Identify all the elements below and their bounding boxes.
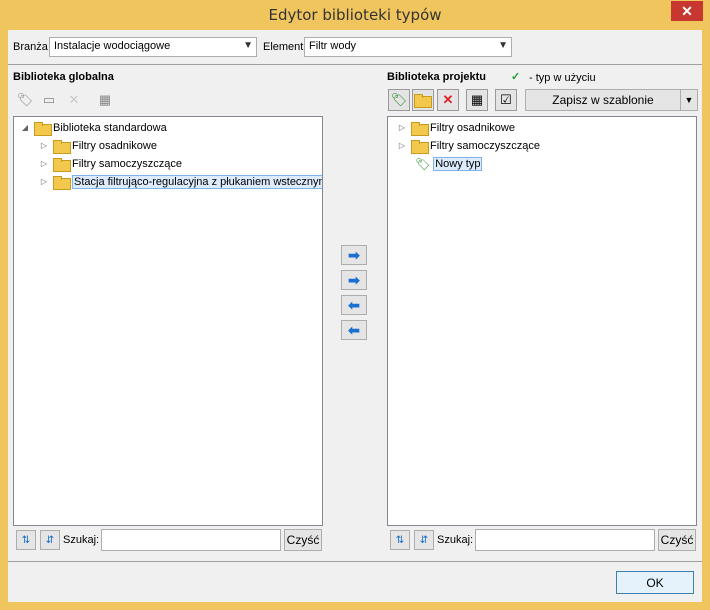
element-value: Filtr wody	[309, 40, 357, 52]
ok-button[interactable]: OK	[616, 571, 694, 594]
properties-icon[interactable]: ▦	[466, 89, 488, 111]
branza-label: Branża	[13, 41, 48, 53]
save-template-button[interactable]: Zapisz w szablonie	[525, 89, 681, 111]
branza-select[interactable]: Instalacje wodociągowe ▼	[49, 37, 257, 57]
close-button[interactable]: ✕	[671, 1, 703, 21]
checklist-icon[interactable]: ☑	[495, 89, 517, 111]
chevron-down-icon[interactable]: ▼	[680, 89, 698, 111]
new-folder-icon[interactable]: ▭	[38, 89, 60, 111]
global-library-tree[interactable]: ◢ Biblioteka standardowa ▷ Filtry osadni…	[13, 116, 323, 526]
tree-node-label: Filtry osadnikowe	[430, 121, 515, 134]
folder-icon	[53, 157, 71, 172]
folder-icon	[411, 139, 429, 154]
dialog-client: Branża Instalacje wodociągowe ▼ Element …	[8, 30, 702, 602]
folder-icon	[411, 121, 429, 136]
tree-node[interactable]: ◢ Biblioteka standardowa	[20, 119, 167, 136]
delete-icon[interactable]: ✕	[437, 89, 459, 111]
dialog-window: Edytor biblioteki typów ✕ Branża Instala…	[0, 0, 710, 610]
tree-node-label: Filtry samoczyszczące	[430, 139, 541, 152]
in-use-legend: - typ w użyciu	[529, 72, 596, 84]
element-label: Element	[263, 41, 304, 53]
project-library-tree[interactable]: ▷ Filtry osadnikowe ▷ Filtry samoczyszcz…	[387, 116, 697, 526]
properties-icon[interactable]: ▦	[94, 89, 116, 111]
divider	[8, 64, 702, 65]
tree-node[interactable]: ▷ Filtry samoczyszczące	[397, 137, 540, 154]
new-type-icon[interactable]: 🏷	[14, 89, 36, 111]
tree-node-label: Stacja filtrująco-regulacyjna z płukanie…	[72, 174, 322, 189]
tree-node[interactable]: ▷ Filtry osadnikowe	[397, 119, 515, 136]
copy-all-left-button[interactable]: ⬅	[341, 320, 367, 340]
expander-icon[interactable]: ▷	[39, 159, 49, 168]
check-icon: ✓	[511, 71, 521, 83]
folder-icon	[413, 94, 432, 108]
tree-node[interactable]: ▷ Filtry samoczyszczące	[39, 155, 182, 172]
folder-open-icon	[34, 121, 52, 136]
chevron-down-icon: ▼	[498, 40, 508, 51]
search-label: Szukaj:	[437, 534, 474, 546]
collapse-all-icon[interactable]: ⇵	[40, 530, 60, 550]
search-label: Szukaj:	[63, 534, 100, 546]
new-type-icon[interactable]: 🏷	[388, 89, 410, 111]
tree-node[interactable]: ▷ Filtry osadnikowe	[39, 137, 157, 154]
folder-icon	[53, 175, 71, 190]
delete-icon[interactable]: ✕	[63, 89, 85, 111]
divider	[8, 561, 702, 562]
global-library-heading: Biblioteka globalna	[13, 71, 114, 83]
clear-button[interactable]: Czyść	[658, 529, 696, 551]
tree-node-label: Filtry osadnikowe	[72, 139, 157, 152]
project-library-heading: Biblioteka projektu	[387, 71, 487, 83]
expander-icon[interactable]: ◢	[20, 123, 30, 132]
copy-all-right-button[interactable]: ➡	[341, 245, 367, 265]
copy-right-button[interactable]: ➡	[341, 270, 367, 290]
branza-value: Instalacje wodociągowe	[54, 40, 171, 52]
element-select[interactable]: Filtr wody ▼	[304, 37, 512, 57]
search-input[interactable]	[475, 529, 655, 551]
title-bar[interactable]: Edytor biblioteki typów ✕	[0, 0, 710, 30]
window-title: Edytor biblioteki typów	[268, 6, 442, 24]
folder-icon	[53, 139, 71, 154]
tag-icon: 🏷	[415, 156, 431, 171]
clear-button[interactable]: Czyść	[284, 529, 322, 551]
tree-node-label: Biblioteka standardowa	[53, 121, 167, 134]
collapse-all-icon[interactable]: ⇵	[414, 530, 434, 550]
copy-left-button[interactable]: ⬅	[341, 295, 367, 315]
new-folder-icon[interactable]	[412, 89, 434, 111]
expand-all-icon[interactable]: ⇅	[16, 530, 36, 550]
expander-icon[interactable]: ▷	[397, 141, 407, 150]
expander-icon[interactable]: ▷	[397, 123, 407, 132]
expander-icon[interactable]: ▷	[39, 141, 49, 150]
chevron-down-icon: ▼	[243, 40, 253, 51]
tree-node[interactable]: 🏷 Nowy typ	[415, 155, 483, 172]
search-input[interactable]	[101, 529, 281, 551]
expander-icon[interactable]: ▷	[39, 177, 49, 186]
tree-node-label: Nowy typ	[433, 156, 483, 171]
expand-all-icon[interactable]: ⇅	[390, 530, 410, 550]
tree-node[interactable]: ▷ Stacja filtrująco-regulacyjna z płukan…	[39, 173, 322, 190]
tree-node-label: Filtry samoczyszczące	[72, 157, 183, 170]
